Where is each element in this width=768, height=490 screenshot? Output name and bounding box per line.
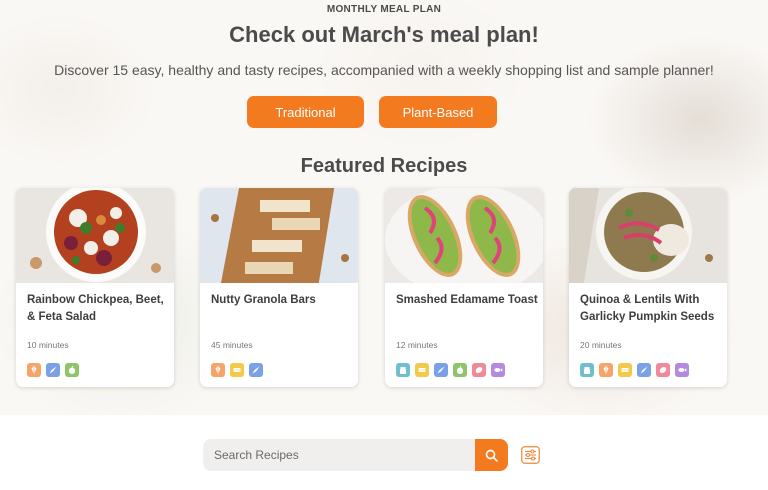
carrot-icon [249,363,263,377]
recipe-tags [580,363,689,377]
carrot-icon [434,363,448,377]
bread-icon [27,363,41,377]
bread-icon [211,363,225,377]
jar-icon [396,363,410,377]
carrot-icon [46,363,60,377]
meat-icon [472,363,486,377]
cheese-icon [618,363,632,377]
recipe-name: Nutty Granola Bars [211,294,316,306]
bread-icon [599,363,613,377]
search-button[interactable] [475,439,508,471]
recipe-name: Rainbow Chickpea, Beet, & Feta Salad [27,294,164,323]
recipe-image [16,188,174,283]
jar-icon [580,363,594,377]
page-title: Check out March's meal plan! [229,22,539,47]
recipe-image [385,188,543,283]
recipe-card[interactable]: Smashed Edamame Toast 12 minutes [385,188,543,387]
apple-icon [453,363,467,377]
search-input[interactable] [203,439,475,471]
cheese-icon [415,363,429,377]
recipe-time: 10 minutes [27,340,69,350]
cheese-icon [230,363,244,377]
recipe-card[interactable]: Quinoa & Lentils With Garlicky Pumpkin S… [569,188,727,387]
featured-recipes-heading: Featured Recipes [300,155,468,177]
recipe-time: 45 minutes [211,340,253,350]
plant-based-plan-button[interactable]: Plant-Based [379,96,497,128]
recipe-image [200,188,358,283]
fish-icon [491,363,505,377]
meat-icon [656,363,670,377]
carrot-icon [637,363,651,377]
eyebrow-label: MONTHLY MEAL PLAN [326,4,442,15]
recipe-name: Smashed Edamame Toast [396,294,538,306]
page-subtitle: Discover 15 easy, healthy and tasty reci… [54,62,714,78]
filter-button[interactable] [521,446,540,464]
recipe-tags [27,363,79,377]
filter-sliders-icon [521,446,540,464]
recipe-image [569,188,727,283]
recipe-tags [211,363,263,377]
recipe-time: 20 minutes [580,340,622,350]
recipe-card[interactable]: Rainbow Chickpea, Beet, & Feta Salad 10 … [16,188,174,387]
fish-icon [675,363,689,377]
apple-icon [65,363,79,377]
search-icon [485,449,498,462]
recipe-time: 12 minutes [396,340,438,350]
recipe-name: Quinoa & Lentils With Garlicky Pumpkin S… [580,294,715,323]
traditional-plan-button[interactable]: Traditional [247,96,364,128]
recipe-search-bar [203,439,508,471]
recipe-tags [396,363,505,377]
recipe-card[interactable]: Nutty Granola Bars 45 minutes [200,188,358,387]
